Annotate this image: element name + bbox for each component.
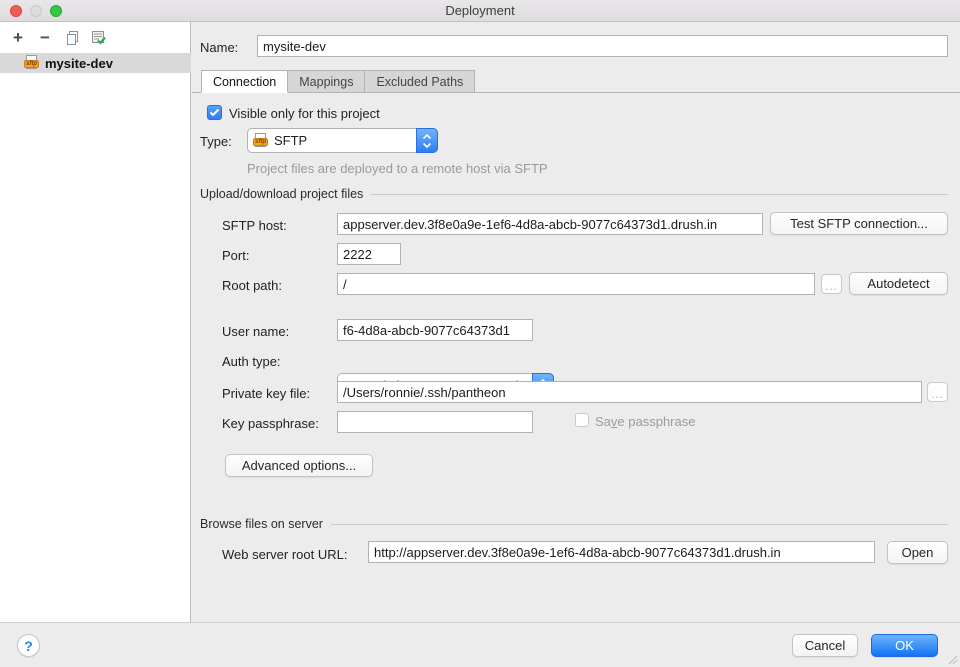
section-browse-files: Browse files on server	[200, 517, 948, 531]
type-value: SFTP	[274, 133, 437, 148]
add-server-button[interactable]: +	[9, 29, 27, 47]
server-list-item-mysite-dev[interactable]: sftp mysite-dev	[0, 53, 191, 73]
tab-mappings[interactable]: Mappings	[287, 70, 365, 93]
minimize-window-button	[30, 5, 42, 17]
section-upload-download: Upload/download project files	[200, 187, 948, 201]
help-button[interactable]: ?	[17, 634, 40, 657]
deployment-dialog: Deployment + −	[0, 0, 960, 667]
sftp-file-icon: sftp	[24, 55, 40, 71]
tab-excluded-paths[interactable]: Excluded Paths	[364, 70, 475, 93]
port-label: Port:	[222, 248, 249, 263]
close-window-button[interactable]	[10, 5, 22, 17]
remove-server-button[interactable]: −	[36, 29, 54, 47]
title-bar[interactable]: Deployment	[0, 0, 960, 22]
sftp-type-icon: sftp	[253, 133, 269, 149]
sftp-host-input[interactable]	[337, 213, 763, 235]
private-key-input[interactable]	[337, 381, 922, 403]
visible-only-label: Visible only for this project	[229, 106, 380, 121]
ok-button[interactable]: OK	[871, 634, 938, 657]
sftp-host-label: SFTP host:	[222, 218, 287, 233]
window-title: Deployment	[0, 0, 960, 21]
user-name-input[interactable]	[337, 319, 533, 341]
private-key-label: Private key file:	[222, 386, 310, 401]
check-icon	[209, 108, 220, 117]
sidebar-toolbar: + −	[0, 27, 108, 49]
copy-server-icon[interactable]	[63, 29, 81, 47]
test-sftp-connection-button[interactable]: Test SFTP connection...	[770, 212, 948, 235]
private-key-browse-button[interactable]: ...	[927, 382, 948, 402]
port-input[interactable]	[337, 243, 401, 265]
dropdown-stepper-icon[interactable]	[416, 128, 438, 153]
key-passphrase-input[interactable]	[337, 411, 533, 433]
visible-only-checkbox[interactable]	[207, 105, 222, 120]
type-dropdown[interactable]: sftp SFTP	[247, 128, 438, 153]
name-label: Name:	[200, 40, 238, 55]
auth-type-label: Auth type:	[222, 354, 281, 369]
server-list-sidebar: + − sftp	[0, 22, 191, 622]
tab-connection[interactable]: Connection	[201, 70, 288, 93]
save-passphrase-checkbox	[575, 413, 589, 427]
advanced-options-button[interactable]: Advanced options...	[225, 454, 373, 477]
zoom-window-button[interactable]	[50, 5, 62, 17]
user-name-label: User name:	[222, 324, 289, 339]
key-passphrase-label: Key passphrase:	[222, 416, 319, 431]
autodetect-button[interactable]: Autodetect	[849, 272, 948, 295]
name-input[interactable]	[257, 35, 948, 57]
save-passphrase-label: Save passphrase	[595, 414, 695, 429]
web-root-input[interactable]	[368, 541, 875, 563]
tab-bar: Connection Mappings Excluded Paths	[202, 70, 475, 93]
cancel-button[interactable]: Cancel	[792, 634, 858, 657]
root-path-label: Root path:	[222, 278, 282, 293]
server-item-label: mysite-dev	[45, 56, 113, 71]
root-path-browse-button[interactable]: ...	[821, 274, 842, 294]
web-root-label: Web server root URL:	[222, 547, 347, 562]
checklist-icon	[91, 30, 107, 46]
type-help-text: Project files are deployed to a remote h…	[247, 161, 548, 176]
open-button[interactable]: Open	[887, 541, 948, 564]
type-label: Type:	[200, 134, 232, 149]
resize-grip[interactable]	[945, 652, 958, 665]
copy-icon	[65, 31, 80, 46]
dialog-footer: ? Cancel OK	[0, 622, 960, 667]
root-path-input[interactable]	[337, 273, 815, 295]
use-as-default-button[interactable]	[90, 29, 108, 47]
